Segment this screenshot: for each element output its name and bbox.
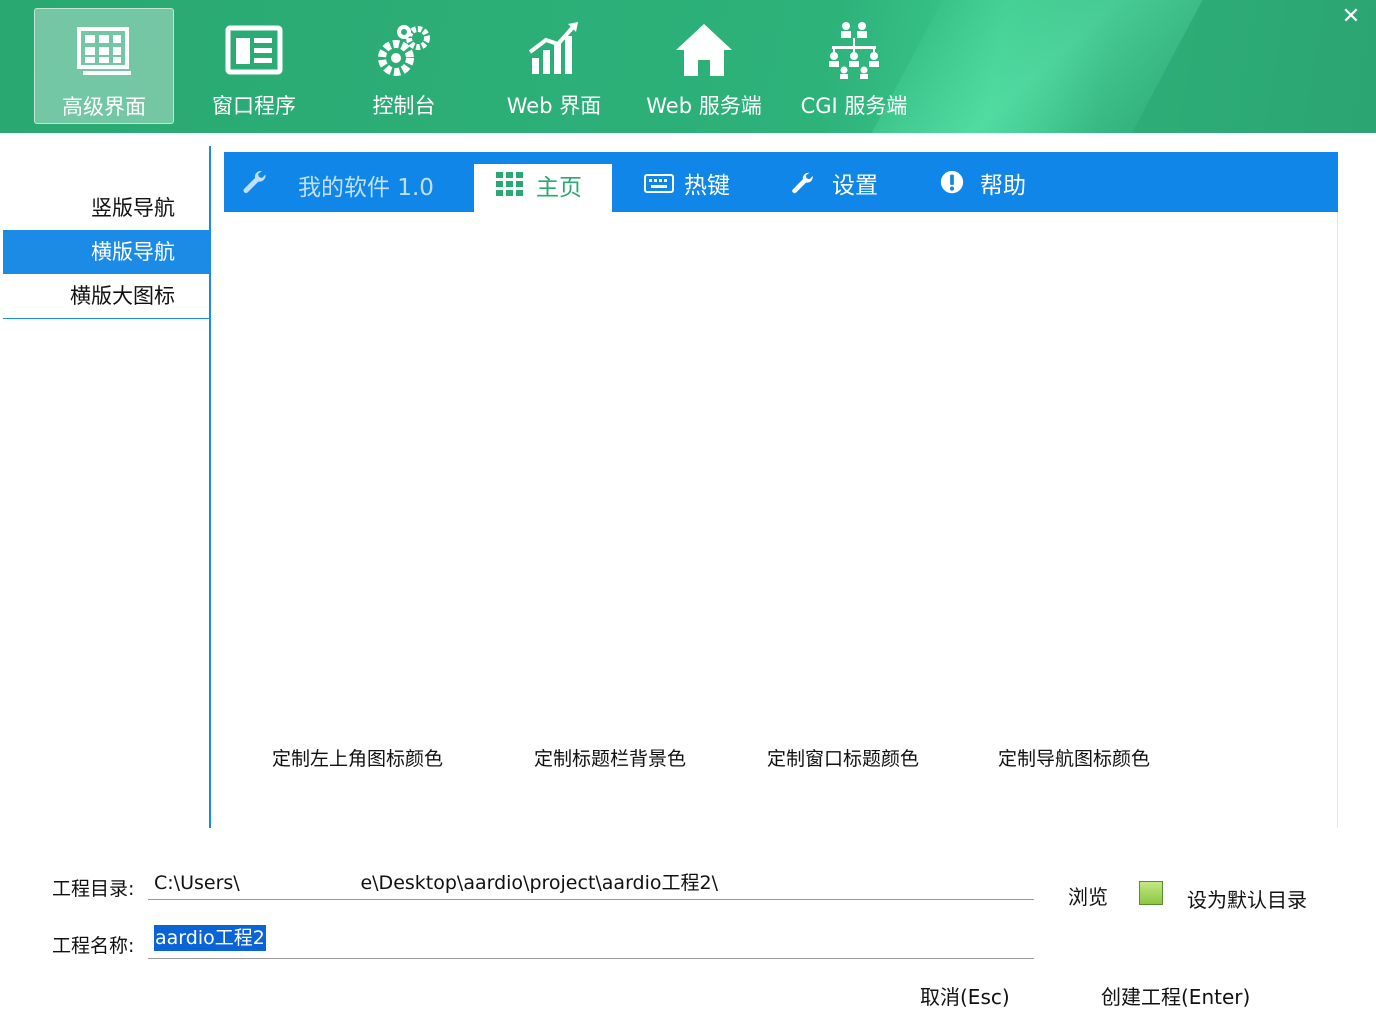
tab-label: 主页: [536, 175, 582, 201]
side-item-horizontal-nav[interactable]: 横版导航: [3, 230, 210, 274]
style-side-nav: 竖版导航 横版导航 横版大图标: [3, 186, 210, 319]
tab-settings[interactable]: 设置: [776, 152, 906, 212]
project-name-selected-text: aardio工程2: [154, 925, 266, 951]
apps-grid-icon: [496, 172, 523, 196]
template-preview: 我的软件 1.0 主页 热键 设置 帮助 定制左上角图标颜色 定制标题栏背景色 …: [224, 152, 1338, 828]
org-chart-icon: [829, 22, 879, 79]
customize-window-title-color[interactable]: 定制窗口标题颜色: [767, 744, 919, 771]
project-dir-label: 工程目录:: [52, 878, 135, 900]
window-form-icon: [225, 25, 283, 75]
create-project-button[interactable]: 创建工程(Enter): [1101, 981, 1250, 1010]
set-default-dir-label[interactable]: 设为默认目录: [1187, 884, 1307, 913]
gears-icon: [378, 25, 430, 76]
nav-item-cgi-server[interactable]: CGI 服务端: [784, 8, 924, 124]
tab-label: 帮助: [980, 173, 1026, 199]
customize-titlebar-bg-color[interactable]: 定制标题栏背景色: [534, 744, 686, 771]
grid-window-icon: [77, 27, 131, 75]
browse-button[interactable]: 浏览: [1068, 881, 1108, 910]
wrench-icon: [243, 170, 266, 193]
nav-item-web-server[interactable]: Web 服务端: [634, 8, 774, 124]
nav-label: 控制台: [372, 94, 436, 118]
side-divider: [209, 146, 211, 828]
tab-label: 设置: [832, 173, 878, 199]
project-name-input[interactable]: [148, 923, 1034, 959]
close-button[interactable]: ✕: [1338, 4, 1364, 30]
home-icon: [676, 24, 732, 76]
nav-label: 高级界面: [62, 95, 146, 119]
set-default-dir-checkbox[interactable]: [1139, 881, 1163, 905]
side-item-vertical-nav[interactable]: 竖版导航: [3, 186, 210, 230]
nav-label: CGI 服务端: [800, 94, 908, 118]
tab-hotkeys[interactable]: 热键: [630, 152, 760, 212]
cancel-button[interactable]: 取消(Esc): [920, 981, 1010, 1010]
nav-item-window-program[interactable]: 窗口程序: [184, 8, 324, 124]
growth-chart-icon: [528, 22, 578, 74]
exclamation-icon: [940, 170, 964, 194]
keyboard-icon: [644, 174, 674, 193]
side-nav-underline: [3, 318, 210, 319]
side-item-horizontal-big-icons[interactable]: 横版大图标: [3, 274, 210, 318]
nav-label: Web 界面: [506, 94, 602, 118]
nav-item-console[interactable]: 控制台: [334, 8, 474, 124]
customize-top-left-icon-color[interactable]: 定制左上角图标颜色: [272, 744, 443, 771]
nav-item-advanced-ui[interactable]: 高级界面: [34, 8, 174, 124]
app-title: 我的软件 1.0: [298, 175, 434, 201]
nav-label: 窗口程序: [212, 94, 296, 118]
tab-help[interactable]: 帮助: [924, 152, 1054, 212]
nav-item-web-ui[interactable]: Web 界面: [484, 8, 624, 124]
customize-nav-icon-color[interactable]: 定制导航图标颜色: [998, 744, 1150, 771]
top-nav-bar: 高级界面 窗口程序 控制台 Web 界面 Web 服务端 CGI 服务端 ✕: [0, 0, 1376, 133]
tab-home[interactable]: 主页: [474, 164, 612, 212]
project-name-label: 工程名称:: [52, 935, 135, 957]
tab-label: 热键: [684, 173, 730, 199]
nav-label: Web 服务端: [646, 94, 762, 118]
preview-tab-bar: 我的软件 1.0 主页 热键 设置 帮助: [224, 152, 1338, 212]
wrench-icon: [792, 172, 813, 194]
project-dir-input[interactable]: [148, 864, 1034, 900]
